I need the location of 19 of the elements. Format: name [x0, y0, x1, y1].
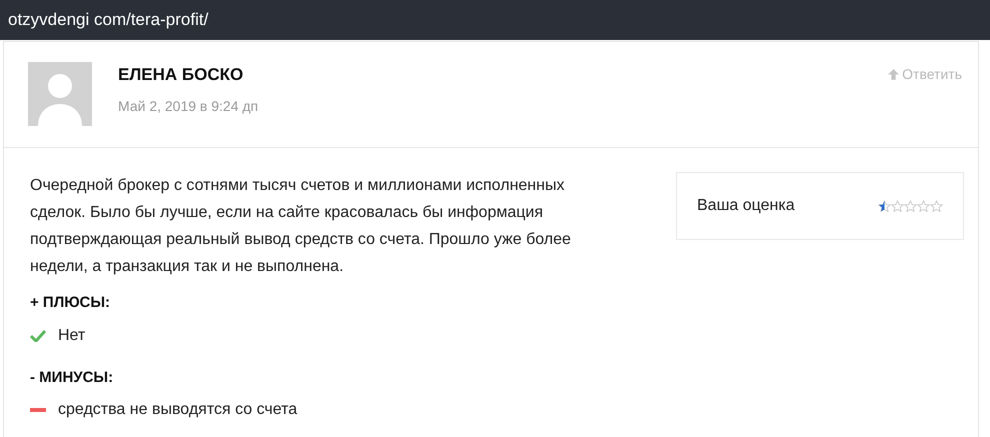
- url-text: otzyvdengi com/tera-profit/: [8, 9, 208, 32]
- star-icon: [878, 200, 891, 212]
- star-icon: [917, 200, 930, 212]
- section-title: - МИНУСЫ:: [30, 368, 114, 388]
- reply-button[interactable]: Ответить: [887, 64, 962, 85]
- section-title: + ПЛЮСЫ:: [30, 293, 112, 313]
- rating-label: Ваша оценка: [697, 196, 795, 216]
- arrow-up-icon: [887, 68, 900, 81]
- comment-text: Очередной брокер с сотнями тысяч счетов и миллионами исполненных сделок. Было бы лучше, если на сайте красовалась бы информация подтверждающая реальный вывод средств со счета. Прошло уже более недели, а транзакция так и не выполнена.: [30, 176, 572, 277]
- star-icon: [891, 200, 904, 212]
- minus-icon: [30, 408, 46, 412]
- avatar-icon: [28, 62, 92, 126]
- author-name: ЕЛЕНА БОСКО: [118, 64, 244, 86]
- star-icon: [904, 200, 917, 212]
- check-icon: [30, 329, 46, 342]
- star-icon: [930, 200, 943, 212]
- list-item-text: Нет: [58, 326, 86, 346]
- comment-date: Май 2, 2019 в 9:24 дп: [118, 96, 258, 116]
- list-item-text: средства не выводятся со счета: [58, 400, 298, 420]
